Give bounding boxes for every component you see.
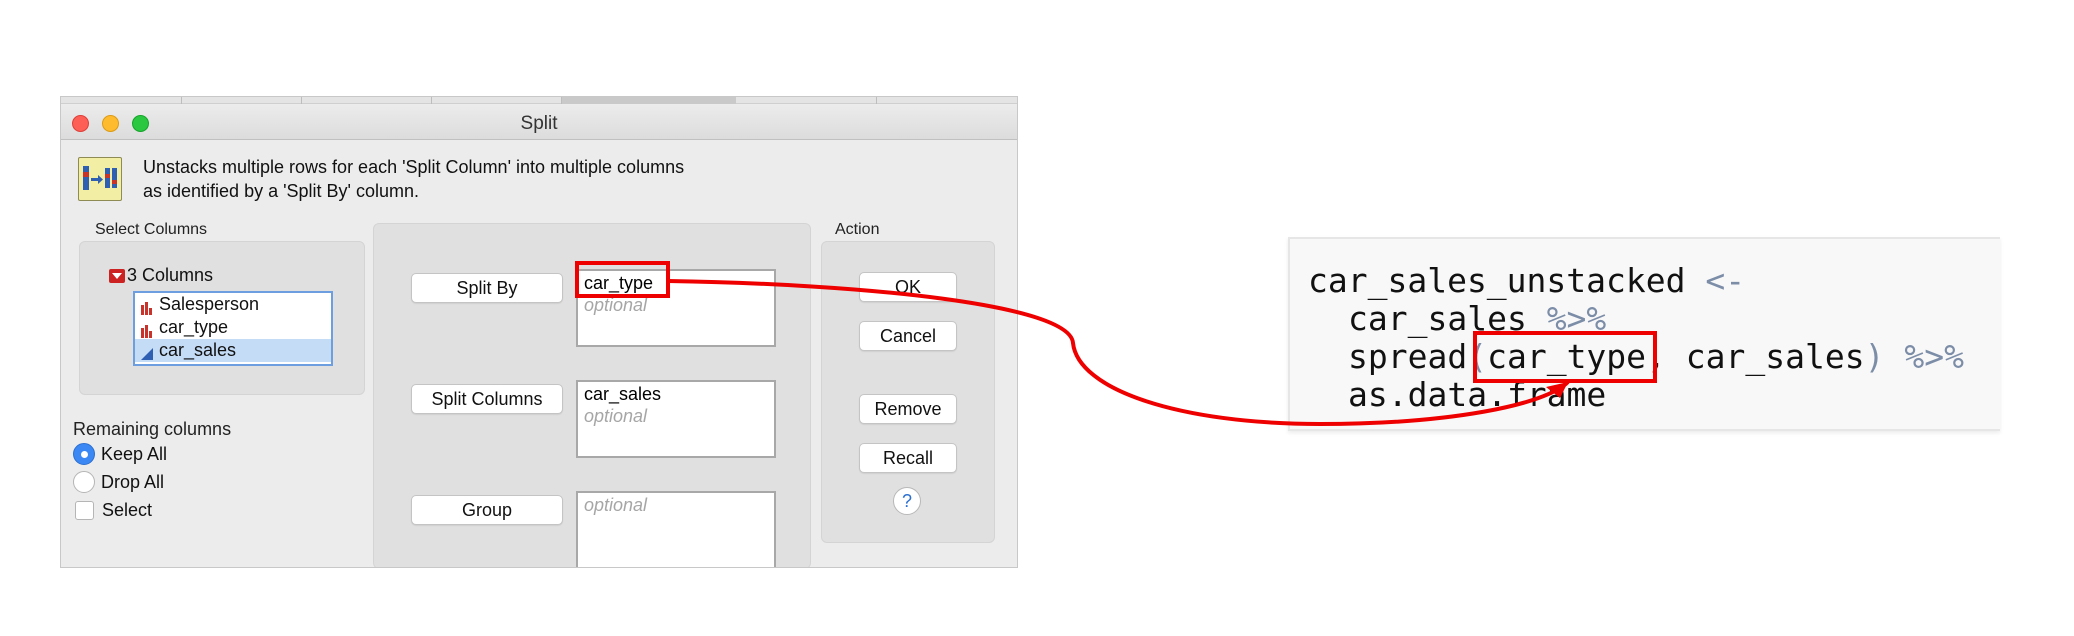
drop-all-option[interactable]: Drop All xyxy=(73,470,164,494)
split-dialog-window: Split Unstacks multiple rows for each 'S… xyxy=(60,96,1018,568)
continuous-column-icon xyxy=(140,344,154,367)
recall-button[interactable]: Recall xyxy=(859,443,957,473)
keep-all-option[interactable]: Keep All xyxy=(73,442,167,466)
drop-all-radio[interactable] xyxy=(73,471,95,493)
split-columns-placeholder: optional xyxy=(584,406,648,426)
select-columns-label: Select Columns xyxy=(95,221,208,238)
code-line-1: car_sales_unstacked <- xyxy=(1308,261,1746,300)
r-code-block: car_sales_unstacked <- car_sales %>% spr… xyxy=(1288,237,2000,431)
keep-all-radio[interactable] xyxy=(73,443,95,465)
dialog-description: Unstacks multiple rows for each 'Split C… xyxy=(143,157,685,201)
split-columns-button[interactable]: Split Columns xyxy=(411,384,563,414)
split-columns-value: car_sales xyxy=(584,384,662,404)
group-button[interactable]: Group xyxy=(411,495,563,525)
code-car-type-arg: car_type xyxy=(1487,337,1647,376)
split-columns-field[interactable]: car_sales optional xyxy=(576,380,776,458)
cancel-button[interactable]: Cancel xyxy=(859,321,957,351)
remove-button[interactable]: Remove xyxy=(859,394,957,424)
split-by-value: car_type xyxy=(584,273,654,293)
column-item-salesperson[interactable]: Salesperson xyxy=(135,293,331,316)
ok-button[interactable]: OK xyxy=(859,272,957,302)
help-icon[interactable]: ? xyxy=(893,487,921,515)
columns-count: 3 Columns xyxy=(127,265,214,285)
group-placeholder: optional xyxy=(584,495,648,515)
columns-header[interactable]: 3 Columns xyxy=(109,265,213,286)
disclosure-triangle-icon[interactable] xyxy=(109,268,125,283)
action-label: Action xyxy=(835,221,880,238)
column-item-car-sales[interactable]: car_sales xyxy=(135,339,331,362)
code-line-3: spread(car_type, car_sales) %>% xyxy=(1348,337,1964,376)
title-bar: Split xyxy=(61,104,1017,140)
code-line-2: car_sales %>% xyxy=(1348,299,1607,338)
split-by-button[interactable]: Split By xyxy=(411,273,563,303)
split-platform-icon xyxy=(78,157,122,201)
code-line-4: as.data.frame xyxy=(1348,375,1607,414)
column-item-car-type[interactable]: car_type xyxy=(135,316,331,339)
background-tab-strip xyxy=(61,97,1017,104)
column-list[interactable]: Salesperson car_type car_sales xyxy=(133,291,333,366)
split-by-placeholder: optional xyxy=(584,295,648,315)
select-checkbox[interactable] xyxy=(75,500,94,520)
remaining-columns-label: Remaining columns xyxy=(73,419,232,439)
window-title: Split xyxy=(520,113,558,134)
group-field[interactable]: optional xyxy=(576,491,776,567)
split-by-field[interactable]: car_type optional xyxy=(576,269,776,347)
select-option[interactable]: Select xyxy=(73,498,152,522)
